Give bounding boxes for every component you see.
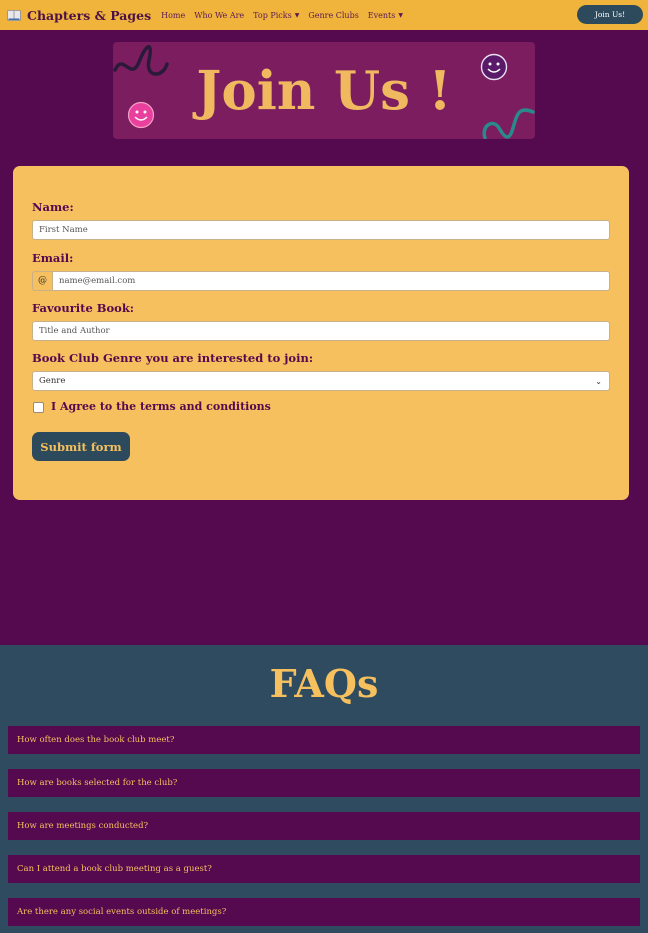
faq-item[interactable]: How are books selected for the club?: [8, 769, 640, 797]
nav-link-home[interactable]: Home: [161, 11, 185, 20]
navbar: Chapters & Pages Home Who We Are Top Pic…: [0, 0, 648, 30]
agree-label: I Agree to the terms and conditions: [51, 400, 271, 413]
faq-title: FAQs: [269, 661, 379, 706]
name-input[interactable]: [32, 220, 610, 240]
join-us-button[interactable]: Join Us!: [577, 5, 643, 24]
nav-links: Home Who We Are Top Picks ▼ Genre Clubs …: [161, 11, 412, 20]
genre-selected-value: Genre: [39, 376, 66, 386]
caret-down-icon: ▼: [294, 11, 300, 19]
nav-dropdown-events[interactable]: Events ▼: [368, 11, 403, 20]
email-input[interactable]: [52, 271, 610, 291]
faq-section: FAQs How often does the book club meet? …: [0, 645, 648, 933]
chevron-down-icon: ⌄: [595, 376, 602, 386]
favourite-book-label: Favourite Book:: [32, 301, 135, 315]
nav-link-label: Top Picks: [253, 10, 292, 20]
brand-name: Chapters & Pages: [27, 7, 152, 23]
nav-link-who-we-are[interactable]: Who We Are: [194, 11, 244, 20]
join-form: Name: Email: @ Favourite Book: Book Club…: [13, 166, 629, 500]
favourite-book-input[interactable]: [32, 321, 610, 341]
nav-link-label: Genre Clubs: [308, 10, 359, 20]
email-label: Email:: [32, 251, 74, 265]
nav-link-label: Who We Are: [194, 10, 245, 20]
nav-dropdown-top-picks[interactable]: Top Picks ▼: [253, 11, 299, 20]
brand[interactable]: Chapters & Pages: [7, 8, 151, 23]
submit-button[interactable]: Submit form: [32, 432, 130, 461]
genre-select[interactable]: Genre ⌄: [32, 371, 610, 391]
nav-link-genre-clubs[interactable]: Genre Clubs: [308, 11, 358, 20]
genre-label: Book Club Genre you are interested to jo…: [32, 351, 314, 365]
name-label: Name:: [32, 200, 74, 214]
at-sign-addon: @: [32, 271, 52, 291]
faq-item[interactable]: How often does the book club meet?: [8, 726, 640, 754]
caret-down-icon: ▼: [398, 11, 403, 19]
nav-link-label: Home: [161, 10, 186, 20]
faq-item[interactable]: Are there any social events outside of m…: [8, 898, 640, 926]
open-book-icon: [7, 9, 21, 21]
join-banner: Join Us !: [113, 42, 535, 139]
faq-item[interactable]: Can I attend a book club meeting as a gu…: [8, 855, 640, 883]
nav-link-label: Events: [367, 10, 396, 20]
banner-title: Join Us !: [196, 59, 452, 122]
faq-item[interactable]: How are meetings conducted?: [8, 812, 640, 840]
agree-checkbox[interactable]: [33, 402, 44, 413]
